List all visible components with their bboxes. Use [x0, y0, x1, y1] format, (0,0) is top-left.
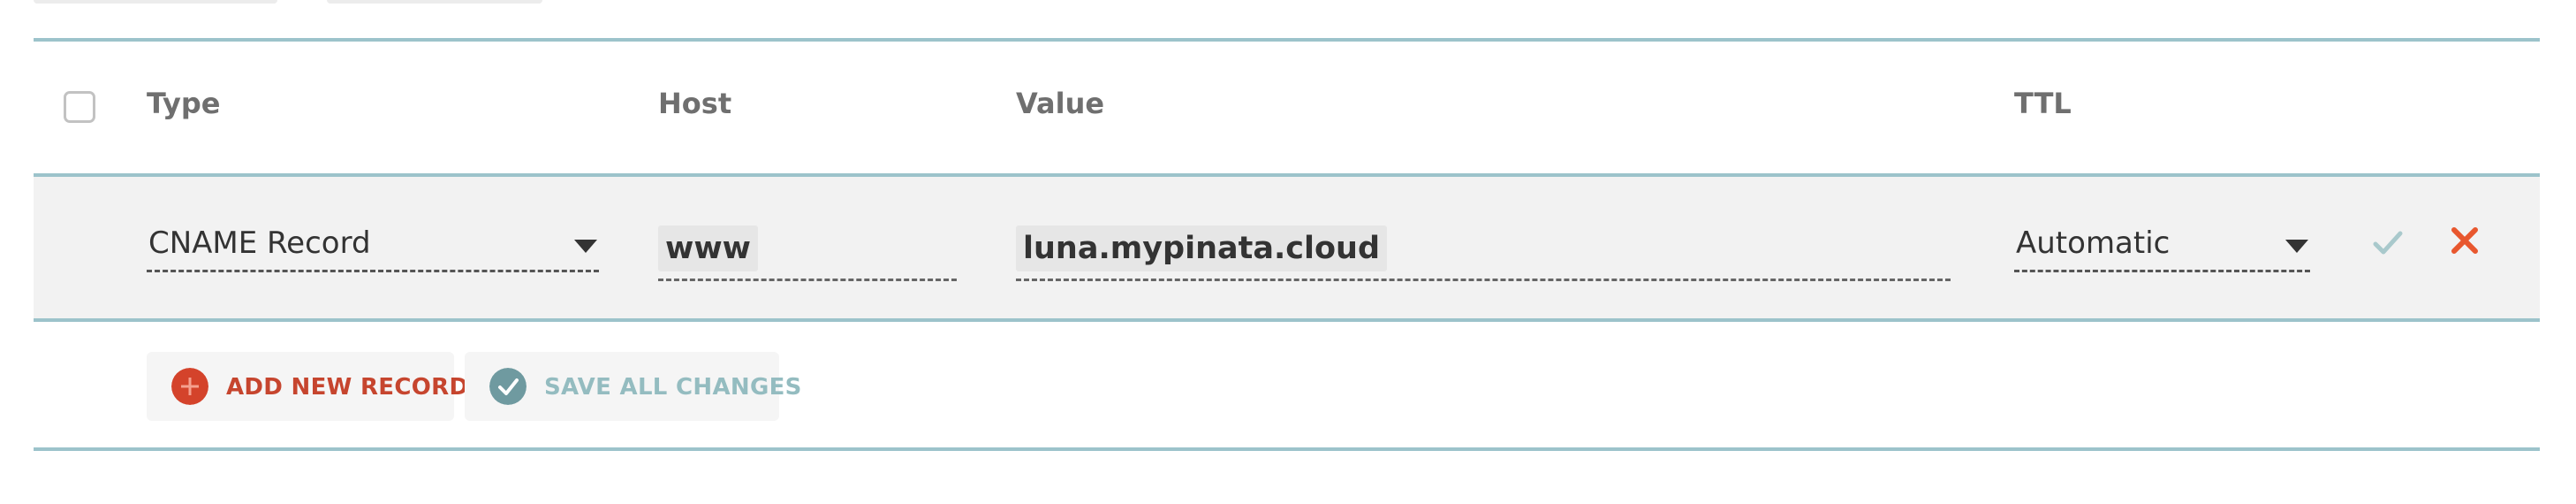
check-circle-icon	[489, 368, 527, 405]
column-header-host: Host	[658, 87, 732, 120]
delete-row-icon[interactable]	[2450, 225, 2480, 256]
chevron-down-icon	[2285, 240, 2308, 253]
row-divider	[34, 318, 2540, 322]
value-input[interactable]: luna.mypinata.cloud	[1016, 225, 1951, 281]
top-tab-left[interactable]	[34, 0, 277, 4]
chevron-down-icon	[574, 240, 597, 253]
table-row: CNAME Record www luna.mypinata.cloud Aut…	[34, 177, 2540, 318]
host-value: www	[658, 225, 759, 271]
add-new-record-label: ADD NEW RECORD	[226, 374, 469, 401]
top-tab-right[interactable]	[327, 0, 542, 4]
column-header-value: Value	[1016, 87, 1105, 120]
ttl-value: Automatic	[2016, 225, 2171, 261]
value-value: luna.mypinata.cloud	[1016, 225, 1388, 271]
save-all-changes-button[interactable]: SAVE ALL CHANGES	[465, 352, 801, 421]
column-header-ttl: TTL	[2014, 87, 2072, 120]
add-new-record-button[interactable]: ADD NEW RECORD	[147, 352, 468, 421]
plus-circle-icon	[171, 368, 208, 405]
table-bottom-divider	[34, 447, 2540, 451]
record-type-value: CNAME Record	[148, 225, 371, 261]
host-input[interactable]: www	[658, 225, 957, 281]
confirm-check-icon[interactable]	[2373, 230, 2403, 256]
record-type-select[interactable]: CNAME Record	[147, 218, 599, 272]
table-top-divider	[34, 38, 2540, 42]
ttl-select[interactable]: Automatic	[2014, 218, 2310, 272]
select-all-checkbox[interactable]	[64, 91, 95, 123]
save-all-changes-label: SAVE ALL CHANGES	[544, 374, 802, 401]
column-header-type: Type	[147, 87, 221, 120]
